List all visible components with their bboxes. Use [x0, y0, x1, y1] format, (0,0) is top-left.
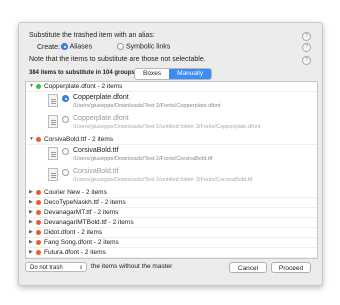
group-row[interactable]: ▶ DevanagarMT.ttf - 2 items	[26, 208, 317, 218]
group-label: Courier New - 2 items	[44, 189, 107, 196]
help-icon[interactable]: ?	[302, 43, 311, 52]
disclosure-closed-icon[interactable]: ▶	[29, 228, 33, 237]
group-row[interactable]: ▶ Fang Song.dfont - 2 items	[26, 238, 317, 248]
help-icon[interactable]: ?	[302, 56, 311, 65]
alias-substitution-sheet: Substitute the trashed item with an alia…	[18, 22, 323, 286]
file-path: /Users/giuseppe/Downloads/Test 2/untitle…	[73, 177, 253, 183]
status-dot-icon	[36, 210, 41, 215]
document-icon	[48, 168, 58, 181]
file-list-item: CorsivaBold.ttf/Users/giuseppe/Downloads…	[48, 167, 310, 187]
popup-arrows-icon: ⇕	[78, 265, 83, 271]
file-list-item[interactable]: CorsivaBold.ttf/Users/giuseppe/Downloads…	[48, 146, 310, 166]
group-label: CorsivaBold.ttf - 2 items	[44, 136, 113, 143]
help-icon[interactable]: ?	[302, 32, 311, 41]
radio-aliases-button[interactable]	[61, 43, 68, 50]
group-label: Fang Song.dfont - 2 items	[44, 239, 119, 246]
group-row[interactable]: ▼ Copperplate.dfont - 2 items	[26, 82, 317, 92]
status-dot-icon	[36, 190, 41, 195]
group-label: DecoTypeNaskh.ttf - 2 items	[44, 199, 126, 206]
file-name: Copperplate.dfont	[73, 94, 129, 101]
radio-aliases-label: Aliases	[69, 43, 93, 51]
trash-option-popup[interactable]: Do not trash ⇕	[25, 262, 87, 272]
radio-symbolic-button[interactable]	[117, 43, 124, 50]
file-list-item: Copperplate.dfont/Users/giuseppe/Downloa…	[48, 114, 310, 134]
group-row[interactable]: ▶ Geeza.ttf - 2 items	[26, 258, 317, 259]
document-icon	[48, 147, 58, 160]
disclosure-closed-icon[interactable]: ▶	[29, 248, 33, 257]
disclosure-closed-icon[interactable]: ▶	[29, 188, 33, 197]
disclosure-open-icon[interactable]: ▼	[29, 82, 34, 91]
status-dot-icon	[36, 230, 41, 235]
disclosure-closed-icon[interactable]: ▶	[29, 218, 33, 227]
file-name: CorsivaBold.ttf	[73, 147, 119, 154]
group-label: Copperplate.dfont - 2 items	[44, 83, 123, 90]
trash-option-value: Do not trash	[30, 265, 63, 271]
group-label: DevanagariMTBold.ttf - 2 items	[44, 219, 134, 226]
group-label: Futura.dfont - 2 items	[44, 249, 106, 256]
document-icon	[48, 94, 58, 107]
disclosure-open-icon[interactable]: ▼	[29, 135, 34, 144]
view-mode-segmented-control[interactable]: Boxes Manually	[134, 68, 213, 80]
master-radio[interactable]	[62, 95, 69, 102]
status-dot-icon	[36, 240, 41, 245]
group-label: DevanagarMT.ttf - 2 items	[44, 209, 119, 216]
group-row[interactable]: ▶ Didot.dfont - 2 items	[26, 228, 317, 238]
segment-manually[interactable]: Manually	[169, 69, 212, 79]
file-path: /Users/giuseppe/Downloads/Test 2/Fonts/C…	[73, 156, 213, 162]
status-dot-icon	[36, 200, 41, 205]
groups-list[interactable]: ▼ Copperplate.dfont - 2 items Copperplate.…	[25, 81, 318, 259]
group-label: Didot.dfont - 2 items	[44, 229, 103, 236]
group-label: Geeza.ttf - 2 items	[44, 258, 97, 259]
file-path: /Users/giuseppe/Downloads/Test 2/Fonts/C…	[73, 103, 221, 109]
group-row[interactable]: ▶ DecoTypeNaskh.ttf - 2 items	[26, 198, 317, 208]
status-dot-icon	[36, 84, 41, 89]
create-label: Create:	[37, 44, 60, 51]
radio-symbolic-links[interactable]: Symbolic links	[117, 43, 170, 50]
popup-suffix-text: the items without the master	[91, 263, 173, 270]
segment-boxes[interactable]: Boxes	[135, 69, 169, 79]
file-name: CorsivaBold.ttf	[73, 168, 119, 175]
radio-aliases[interactable]: Aliases	[61, 43, 92, 50]
file-path: /Users/giuseppe/Downloads/Test 2/untitle…	[73, 124, 261, 130]
disclosure-closed-icon[interactable]: ▶	[29, 238, 33, 247]
disclosure-closed-icon[interactable]: ▶	[29, 208, 33, 217]
group-row[interactable]: ▶ DevanagariMTBold.ttf - 2 items	[26, 218, 317, 228]
file-list-item[interactable]: Copperplate.dfont/Users/giuseppe/Downloa…	[48, 93, 310, 113]
status-dot-icon	[36, 220, 41, 225]
disclosure-closed-icon[interactable]: ▶	[29, 198, 33, 207]
status-dot-icon	[36, 250, 41, 255]
cancel-button[interactable]: Cancel	[229, 262, 267, 273]
file-name: Copperplate.dfont	[73, 115, 129, 122]
master-radio[interactable]	[62, 148, 69, 155]
note-text: Note that the items to substitute are th…	[29, 56, 206, 63]
radio-symbolic-label: Symbolic links	[125, 43, 171, 51]
status-dot-icon	[36, 137, 41, 142]
master-radio	[62, 116, 69, 123]
count-text: 384 items to substitute in 104 groups	[29, 70, 135, 76]
group-row[interactable]: ▶ Futura.dfont - 2 items	[26, 248, 317, 258]
group-row[interactable]: ▶ Courier New - 2 items	[26, 188, 317, 198]
master-radio	[62, 169, 69, 176]
proceed-button[interactable]: Proceed	[271, 262, 311, 273]
disclosure-closed-icon[interactable]: ▶	[29, 258, 33, 259]
heading-text: Substitute the trashed item with an alia…	[29, 32, 155, 39]
document-icon	[48, 115, 58, 128]
group-row[interactable]: ▼ CorsivaBold.ttf - 2 items	[26, 135, 317, 145]
